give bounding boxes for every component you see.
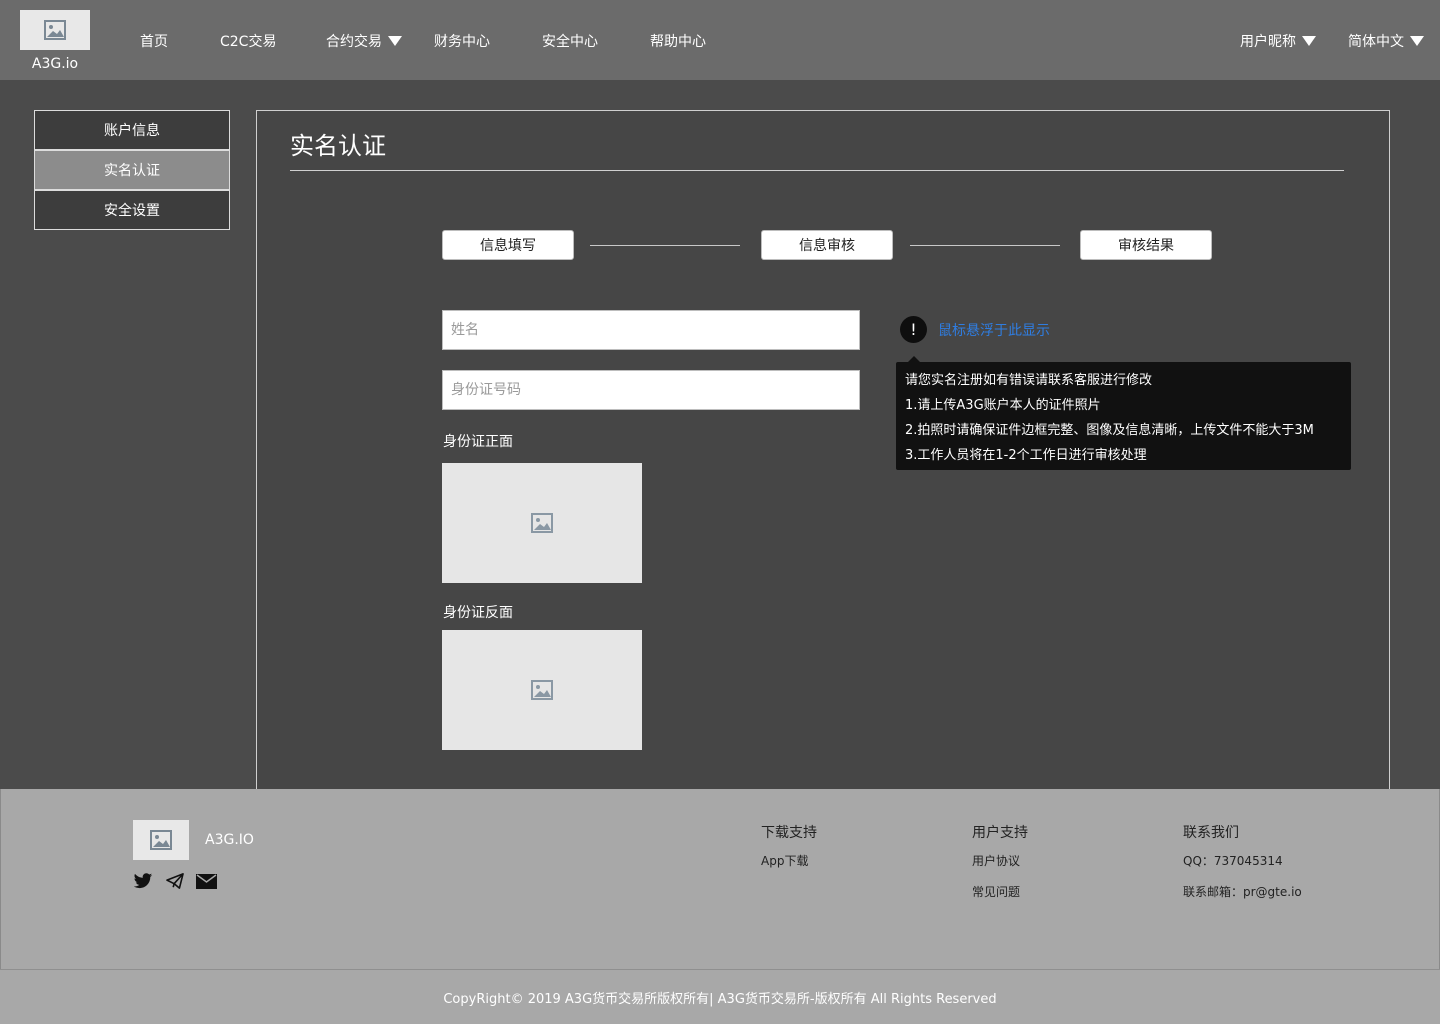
copyright-bar: CopyRight© 2019 A3G货币交易所版权所有| A3G货币交易所-版… xyxy=(0,969,1440,1024)
step-connector xyxy=(590,245,740,246)
footer-heading-download: 下载支持 xyxy=(761,825,817,841)
sidebar-item-account-info[interactable]: 账户信息 xyxy=(34,110,230,150)
nav-label: 安全中心 xyxy=(542,34,598,50)
step-review: 信息审核 xyxy=(761,230,893,260)
logo-text: A3G.io xyxy=(31,56,79,72)
step-fill-info: 信息填写 xyxy=(442,230,574,260)
user-menu[interactable]: 用户昵称 xyxy=(1240,31,1316,51)
id-front-label: 身份证正面 xyxy=(443,434,513,450)
nav-help[interactable]: 帮助中心 xyxy=(650,31,706,51)
image-placeholder-icon xyxy=(531,513,553,533)
footer-link-app-download[interactable]: App下载 xyxy=(761,852,808,869)
step-connector xyxy=(910,245,1060,246)
top-header: A3G.io 首页 C2C交易 合约交易 财务中心 安全中心 帮助中心 用户昵称… xyxy=(0,0,1440,80)
language-menu[interactable]: 简体中文 xyxy=(1348,31,1424,51)
nav-label: 帮助中心 xyxy=(650,34,706,50)
copyright-text: CopyRight© 2019 A3G货币交易所版权所有| A3G货币交易所-版… xyxy=(443,991,997,1007)
tooltip-line: 2.拍照时请确保证件边框完整、图像及信息清晰，上传文件不能大于3M xyxy=(905,423,1314,438)
step-label: 信息审核 xyxy=(799,238,855,254)
nav-security[interactable]: 安全中心 xyxy=(542,31,598,51)
nav-label: 首页 xyxy=(140,34,168,50)
step-label: 信息填写 xyxy=(480,238,536,254)
footer-link-user-agreement[interactable]: 用户协议 xyxy=(972,852,1020,869)
nav-contract[interactable]: 合约交易 xyxy=(326,31,402,51)
user-nickname: 用户昵称 xyxy=(1240,34,1296,50)
nav-home[interactable]: 首页 xyxy=(140,31,168,51)
image-placeholder-icon xyxy=(150,830,172,850)
footer-heading-user-support: 用户支持 xyxy=(972,825,1028,841)
image-placeholder-icon xyxy=(44,20,66,40)
verification-tooltip: 请您实名注册如有错误请联系客服进行修改 1.请上传A3G账户本人的证件照片 2.… xyxy=(896,356,1351,470)
tooltip-line: 请您实名注册如有错误请联系客服进行修改 xyxy=(905,373,1153,388)
sidebar-item-label: 实名认证 xyxy=(104,163,160,179)
tooltip-trigger-link[interactable]: 鼠标悬浮于此显示 xyxy=(938,320,1050,340)
sidebar-item-label: 安全设置 xyxy=(104,203,160,219)
email-icon[interactable] xyxy=(195,870,217,892)
telegram-icon[interactable] xyxy=(164,870,186,892)
sidebar-item-security-settings[interactable]: 安全设置 xyxy=(34,190,230,230)
alert-symbol: ! xyxy=(910,320,917,339)
id-front-upload[interactable] xyxy=(442,463,642,583)
alert-icon[interactable]: ! xyxy=(900,316,927,343)
nav-c2c[interactable]: C2C交易 xyxy=(220,31,276,51)
footer-brand: A3G.IO xyxy=(205,832,254,848)
sidebar-item-label: 账户信息 xyxy=(104,123,160,139)
name-input[interactable] xyxy=(442,310,860,350)
nav-label: 财务中心 xyxy=(434,34,490,50)
twitter-icon[interactable] xyxy=(132,870,154,892)
logo-image[interactable] xyxy=(20,10,90,50)
chevron-down-icon xyxy=(1410,36,1424,46)
image-placeholder-icon xyxy=(531,680,553,700)
step-label: 审核结果 xyxy=(1118,238,1174,254)
footer-contact-qq: QQ：737045314 xyxy=(1183,854,1283,868)
nav-finance[interactable]: 财务中心 xyxy=(434,31,490,51)
tooltip-line: 1.请上传A3G账户本人的证件照片 xyxy=(905,398,1101,413)
language-label: 简体中文 xyxy=(1348,34,1404,50)
chevron-down-icon xyxy=(1302,36,1316,46)
footer-heading-contact: 联系我们 xyxy=(1183,825,1239,841)
id-number-input[interactable] xyxy=(442,370,860,410)
tooltip-line: 3.工作人员将在1-2个工作日进行审核处理 xyxy=(905,448,1147,463)
id-back-upload[interactable] xyxy=(442,630,642,750)
page-title: 实名认证 xyxy=(290,132,386,160)
step-result: 审核结果 xyxy=(1080,230,1212,260)
footer-logo[interactable] xyxy=(133,820,189,860)
sidebar-item-verification[interactable]: 实名认证 xyxy=(34,150,230,190)
title-divider xyxy=(290,170,1344,171)
id-back-label: 身份证反面 xyxy=(443,605,513,621)
nav-label: C2C交易 xyxy=(220,34,277,50)
footer-contact-email: 联系邮箱：pr@gte.io xyxy=(1183,885,1302,899)
nav-label: 合约交易 xyxy=(326,34,382,50)
chevron-down-icon xyxy=(388,36,402,46)
footer-link-faq[interactable]: 常见问题 xyxy=(972,883,1020,900)
